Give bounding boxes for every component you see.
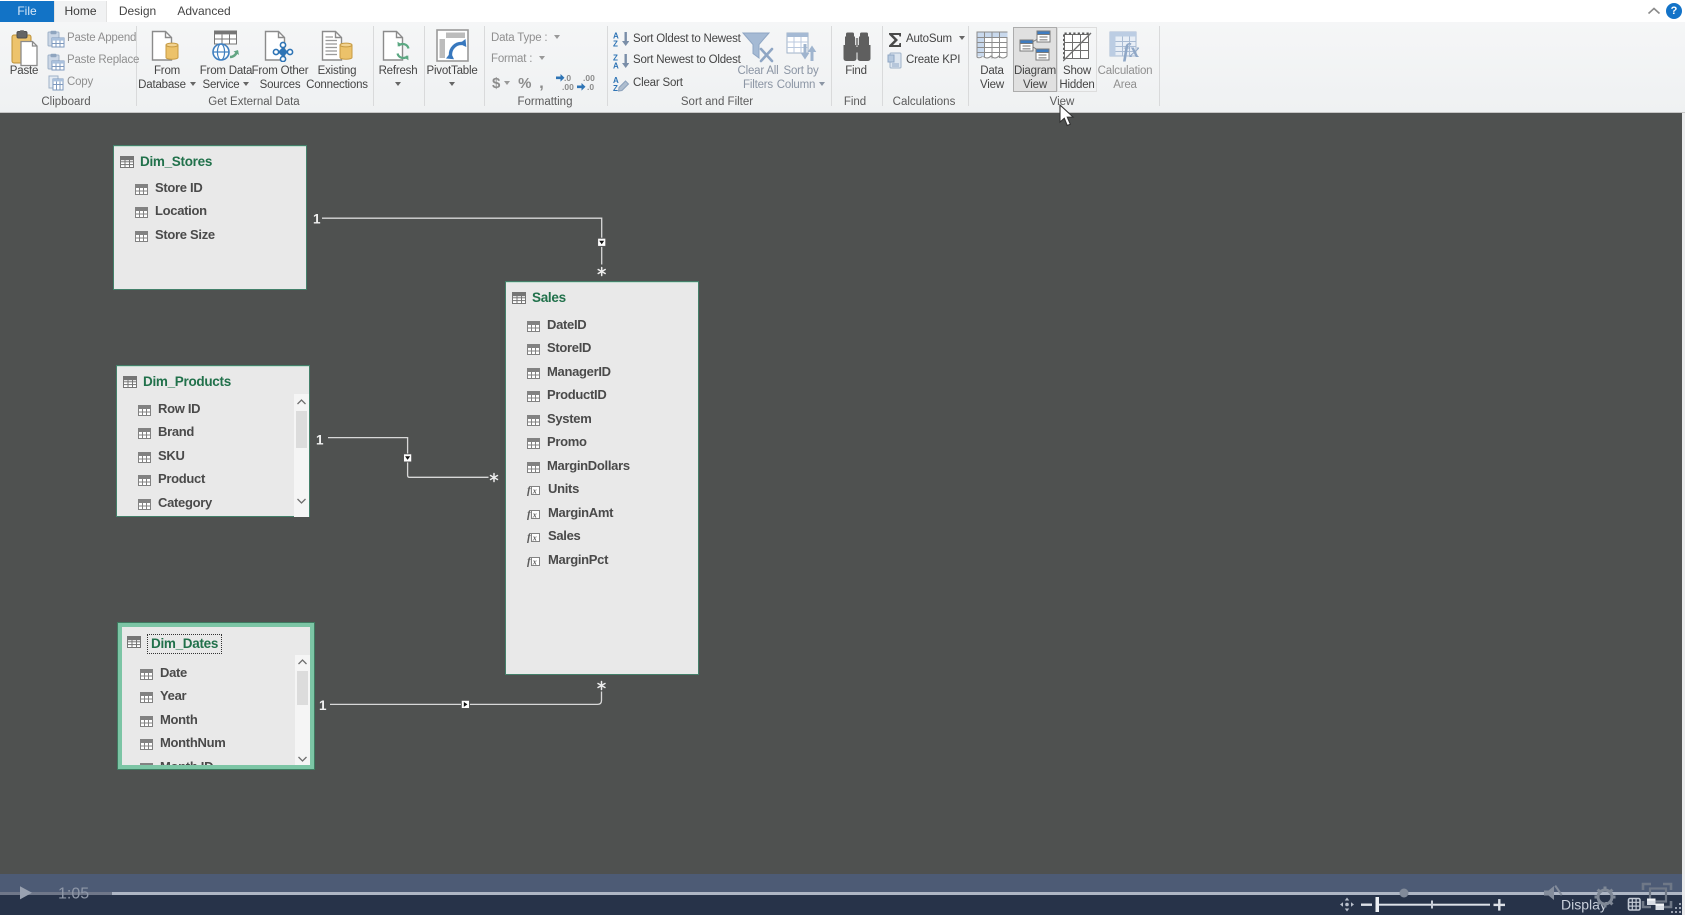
- svg-text:1: 1: [316, 432, 324, 447]
- svg-text:1: 1: [313, 211, 321, 226]
- svg-text:1: 1: [319, 698, 327, 713]
